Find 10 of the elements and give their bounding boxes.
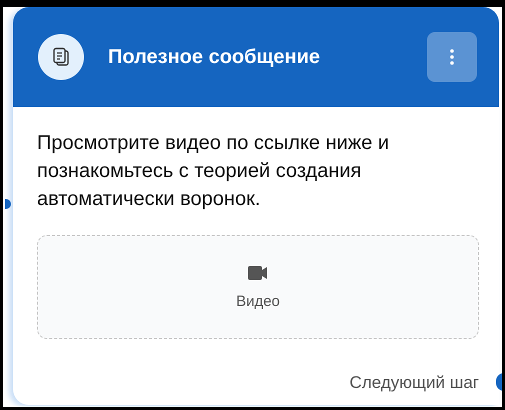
connector-handle[interactable]	[496, 373, 502, 391]
video-placeholder[interactable]: Видео	[37, 235, 479, 339]
card-title: Полезное сообщение	[108, 46, 321, 68]
video-camera-icon	[247, 264, 269, 280]
message-text: Просмотрите видео по ссылке ниже и познакомьтесь с теорией создания автоматически воронок.	[37, 131, 390, 212]
more-icon	[450, 48, 454, 66]
video-label: Видео	[236, 292, 280, 310]
connector-handle[interactable]	[5, 199, 11, 209]
notes-icon	[38, 34, 84, 80]
next-step-label: Следующий шаг	[350, 373, 479, 393]
